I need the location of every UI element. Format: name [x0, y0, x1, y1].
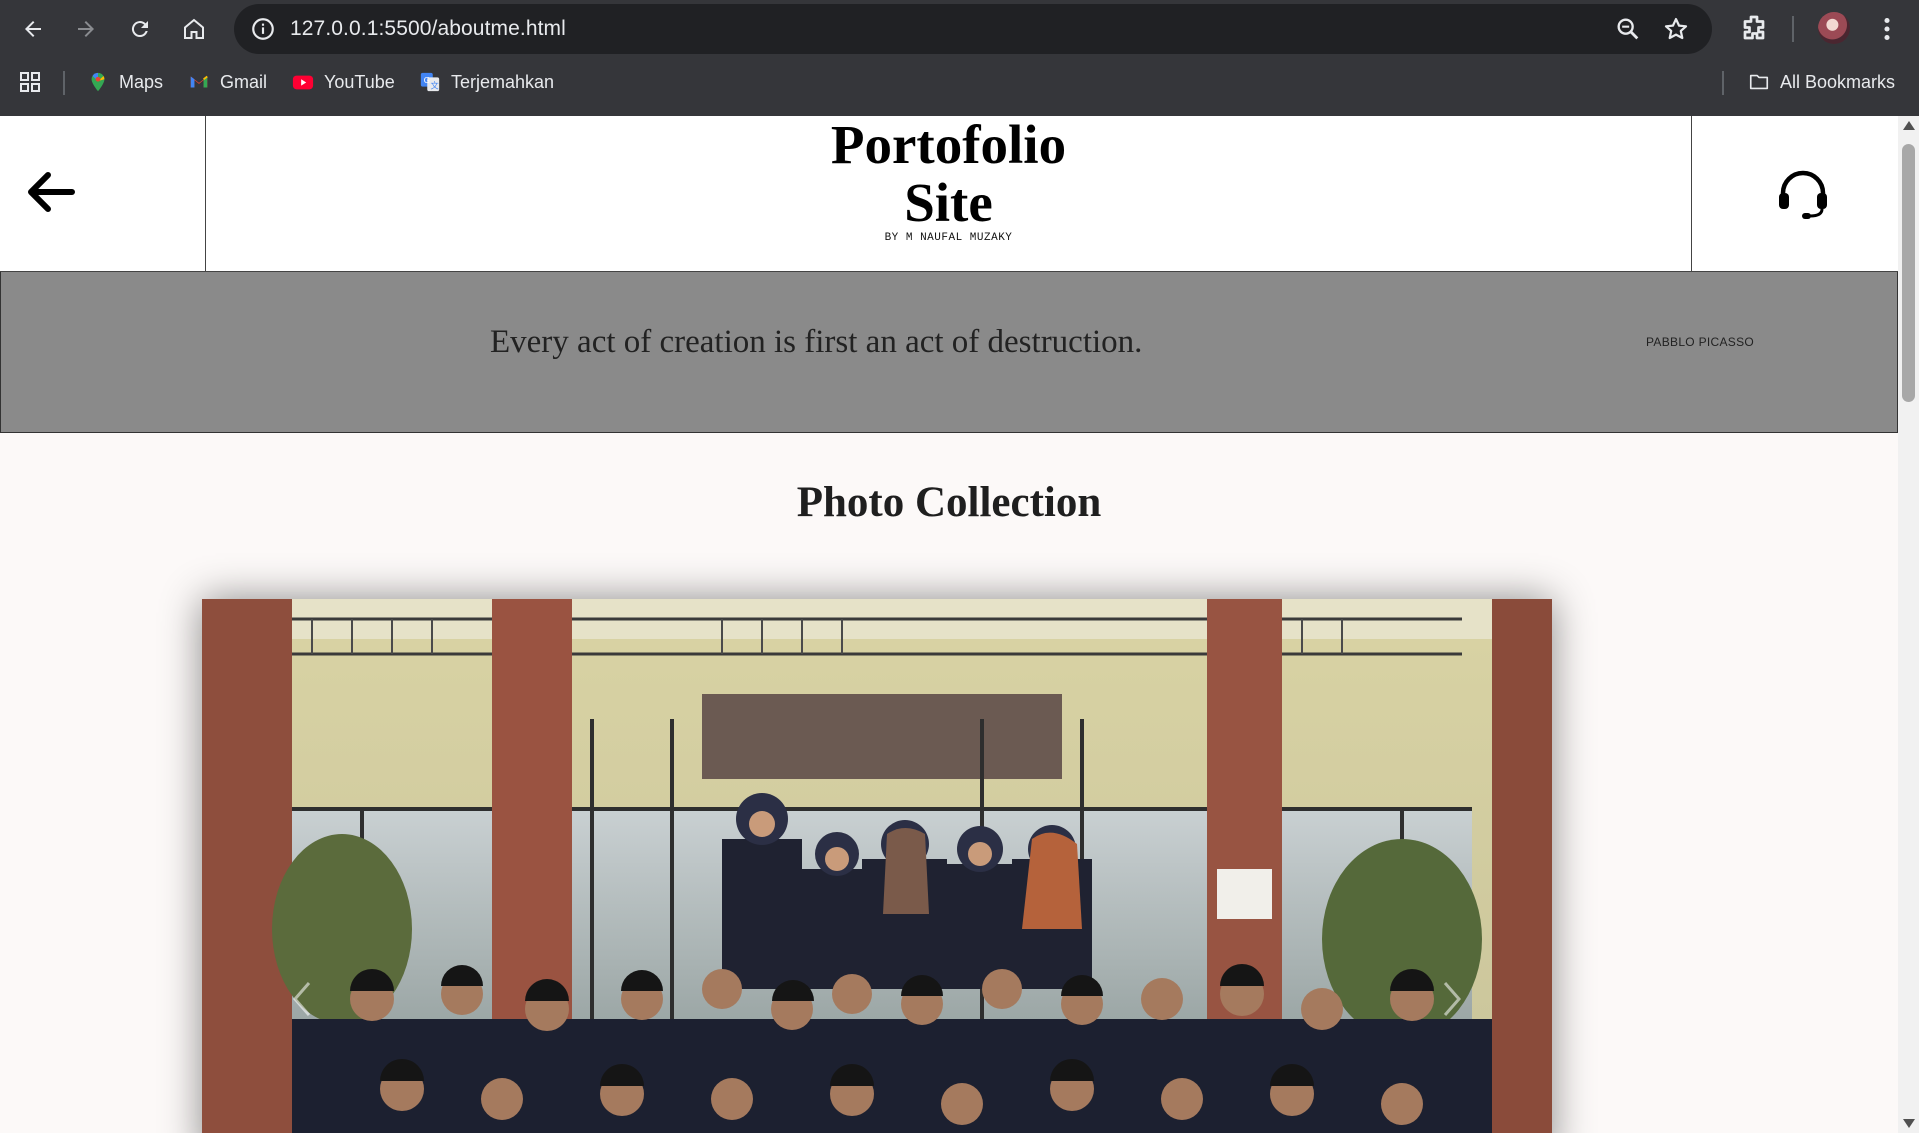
reload-button[interactable] — [120, 9, 160, 49]
all-bookmarks-button[interactable]: All Bookmarks — [1748, 68, 1895, 96]
bookmark-maps[interactable]: Maps — [87, 68, 163, 96]
scroll-thumb[interactable] — [1902, 144, 1915, 402]
carousel-next-button[interactable] — [1432, 969, 1472, 1029]
page-viewport: Portofolio Site BY M NAUFAL MUZAKY Every… — [0, 116, 1898, 1133]
header-left-cell — [0, 116, 206, 272]
bookmark-star-icon[interactable] — [1662, 15, 1690, 43]
scroll-up-arrow[interactable] — [1903, 121, 1915, 130]
svg-text:G: G — [424, 75, 430, 85]
home-icon — [184, 18, 204, 39]
toolbar-divider — [1792, 16, 1794, 42]
quote-author: PABBLO PICASSO — [1646, 335, 1755, 349]
site-subtitle: BY M NAUFAL MUZAKY — [884, 232, 1013, 244]
bookmark-label: Gmail — [220, 71, 268, 92]
apps-grid-icon[interactable] — [18, 70, 42, 94]
bookmark-translate[interactable]: G文 Terjemahkan — [419, 68, 554, 96]
arrow-left-icon — [25, 21, 41, 37]
bookmark-youtube[interactable]: YouTube — [292, 68, 395, 96]
kebab-menu-icon[interactable] — [1870, 12, 1904, 46]
svg-text:文: 文 — [430, 80, 438, 90]
quote-section: Every act of creation is first an act of… — [0, 272, 1898, 433]
site-header: Portofolio Site BY M NAUFAL MUZAKY — [0, 116, 1898, 272]
page-scrollbar[interactable] — [1898, 116, 1919, 1133]
arrow-right-icon — [78, 21, 94, 37]
group-photo — [202, 599, 1552, 1133]
maps-icon — [87, 71, 109, 93]
chevron-left-icon — [293, 982, 311, 1016]
bookmark-gmail[interactable]: Gmail — [188, 68, 267, 96]
youtube-icon — [292, 71, 314, 93]
profile-avatar[interactable] — [1818, 12, 1850, 44]
reload-icon — [131, 21, 148, 38]
url-text[interactable]: 127.0.0.1:5500/aboutme.html — [290, 17, 566, 41]
carousel-prev-button[interactable] — [282, 969, 322, 1029]
zoom-icon[interactable] — [1614, 15, 1642, 43]
headset-icon[interactable] — [1776, 166, 1830, 220]
scroll-down-arrow[interactable] — [1903, 1119, 1915, 1128]
site-info-icon[interactable] — [250, 16, 276, 42]
extensions-icon[interactable] — [1736, 11, 1772, 47]
back-arrow-icon[interactable] — [24, 168, 76, 216]
site-title: Portofolio Site — [206, 116, 1691, 232]
address-bar[interactable]: 127.0.0.1:5500/aboutme.html — [234, 4, 1712, 54]
bookmarks-divider — [1722, 71, 1724, 95]
site-title-line2: Site — [904, 172, 993, 233]
bookmark-label: Terjemahkan — [451, 71, 555, 92]
bookmarks-divider — [63, 71, 65, 95]
gmail-icon — [188, 71, 210, 93]
site-title-line1: Portofolio — [830, 116, 1067, 175]
chevron-right-icon — [1443, 982, 1461, 1016]
translate-icon: G文 — [419, 71, 441, 93]
quote-text: Every act of creation is first an act of… — [490, 324, 1143, 360]
gallery-title: Photo Collection — [796, 479, 1102, 526]
browser-chrome: 127.0.0.1:5500/aboutme.html Maps Gmail Y… — [0, 0, 1919, 116]
back-button[interactable] — [13, 9, 53, 49]
bookmarks-bar: Maps Gmail YouTube G文 Terjemahkan All Bo… — [0, 58, 1919, 116]
home-button[interactable] — [174, 9, 214, 49]
browser-toolbar: 127.0.0.1:5500/aboutme.html — [0, 0, 1919, 58]
forward-button[interactable] — [66, 9, 106, 49]
all-bookmarks-label: All Bookmarks — [1780, 71, 1896, 92]
folder-icon — [1748, 71, 1770, 93]
header-right-cell — [1691, 116, 1898, 272]
photo-carousel[interactable] — [202, 599, 1552, 1133]
bookmark-label: YouTube — [324, 71, 395, 92]
bookmark-label: Maps — [119, 71, 164, 92]
